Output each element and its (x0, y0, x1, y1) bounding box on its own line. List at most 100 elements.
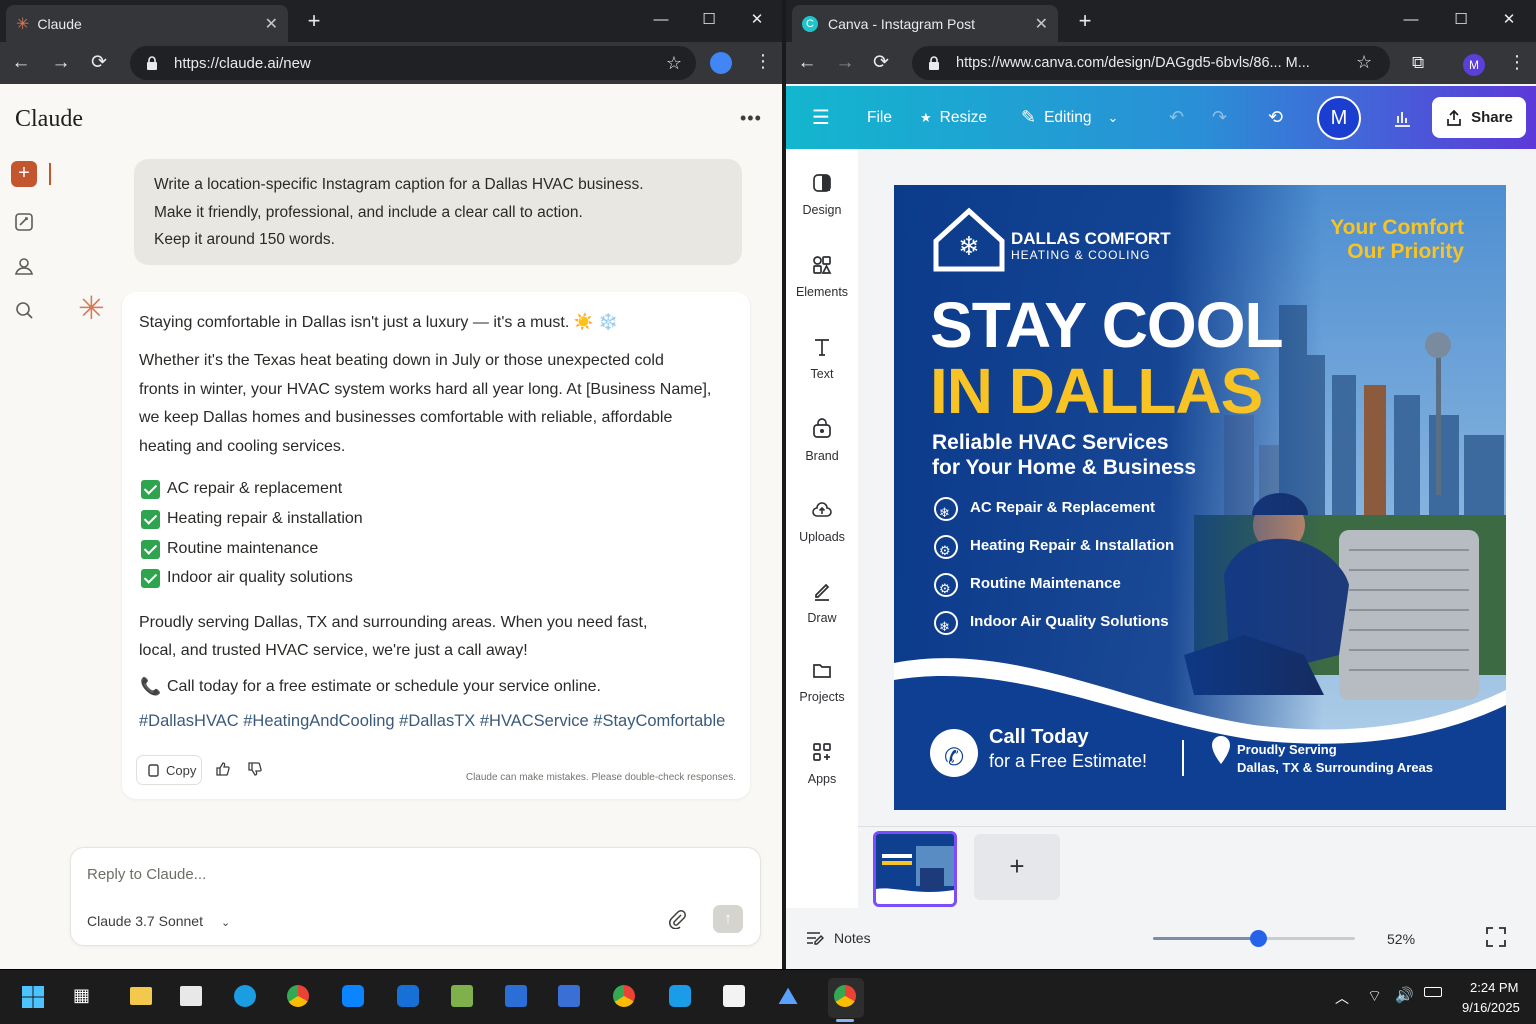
user-avatar[interactable]: M (1317, 96, 1361, 140)
sidebar-item-draw[interactable]: Draw (786, 579, 858, 625)
sidebar-item-text[interactable]: Text (786, 335, 858, 381)
serving-line2[interactable]: Dallas, TX & Surrounding Areas (1237, 760, 1433, 775)
send-button[interactable]: ↑ (713, 905, 743, 933)
notes-button[interactable]: Notes (806, 930, 871, 946)
editing-mode-dropdown[interactable]: ✎ Editing ⌄ (1021, 86, 1118, 149)
hamburger-menu-icon[interactable]: ☰ (812, 86, 830, 149)
thumbs-up-icon[interactable] (215, 761, 231, 777)
chrome-icon[interactable] (834, 985, 856, 1007)
maximize-button[interactable]: ☐ (1448, 10, 1474, 30)
bookmark-star-icon[interactable]: ☆ (1356, 52, 1372, 73)
tab-canva[interactable]: C Canva - Instagram Post ✕ (792, 5, 1058, 42)
reply-input[interactable]: Reply to Claude... Claude 3.7 Sonnet ⌄ ↑ (70, 847, 761, 946)
app-icon[interactable] (723, 985, 745, 1007)
subheading-line2[interactable]: for Your Home & Business (932, 456, 1196, 480)
headline-line2[interactable]: IN DALLAS (930, 359, 1263, 423)
sidebar-item-projects[interactable]: Projects (786, 658, 858, 704)
edge-icon[interactable] (234, 985, 256, 1007)
sidebar-item-apps[interactable]: Apps (786, 740, 858, 786)
new-tab-button[interactable]: + (1073, 10, 1097, 34)
insights-chart-icon[interactable] (1392, 108, 1412, 128)
tagline-line1[interactable]: Your Comfort (1330, 216, 1464, 240)
thumbs-down-icon[interactable] (247, 761, 263, 777)
minimize-button[interactable]: — (1398, 10, 1424, 30)
task-view-icon[interactable]: ▦ (73, 985, 95, 1007)
add-page-button[interactable]: + (974, 834, 1060, 900)
calculator-icon[interactable] (451, 985, 473, 1007)
brand-subtitle[interactable]: HEATING & COOLING (1011, 248, 1150, 262)
volume-icon[interactable]: 🔊 (1395, 986, 1414, 1004)
design-canvas[interactable]: ❄ ✆ ❄ ⚙ ⚙ ❄ DALLAS COMFORT HEATING & COO… (894, 185, 1506, 810)
share-button[interactable]: Share (1432, 97, 1526, 138)
copy-button[interactable]: Copy (136, 755, 202, 785)
new-tab-button[interactable]: + (302, 10, 326, 34)
chrome-icon[interactable] (613, 985, 635, 1007)
zoom-slider-handle[interactable] (1250, 930, 1268, 947)
battery-icon[interactable] (1424, 987, 1442, 997)
sidebar-item-elements[interactable]: Elements (786, 253, 858, 299)
page-thumbnail[interactable] (873, 831, 957, 907)
close-window-button[interactable]: ✕ (744, 10, 770, 30)
close-tab-icon[interactable]: ✕ (1035, 14, 1048, 34)
store-icon[interactable] (180, 986, 202, 1006)
subheading-line1[interactable]: Reliable HVAC Services (932, 431, 1169, 455)
clock-time[interactable]: 2:24 PM (1470, 980, 1518, 995)
app-icon[interactable] (397, 985, 419, 1007)
serving-line1[interactable]: Proudly Serving (1237, 742, 1337, 757)
reload-icon[interactable]: ⟳ (868, 50, 894, 76)
file-menu[interactable]: File (867, 86, 892, 149)
cta-line2[interactable]: for a Free Estimate! (989, 751, 1147, 772)
extensions-icon[interactable]: ⧉ (1412, 53, 1424, 73)
bookmark-star-icon[interactable]: ☆ (666, 53, 682, 74)
back-arrow-icon[interactable]: ← (794, 50, 820, 76)
service-item[interactable]: AC Repair & Replacement (970, 499, 1155, 516)
service-item[interactable]: Heating Repair & Installation (970, 537, 1174, 554)
undo-icon[interactable]: ↶ (1169, 86, 1184, 149)
back-arrow-icon[interactable]: ← (8, 50, 34, 76)
redo-icon[interactable]: ↷ (1212, 86, 1227, 149)
forward-arrow-icon[interactable]: → (832, 50, 858, 76)
app-icon[interactable] (558, 985, 580, 1007)
chevron-up-icon[interactable]: ︿ (1335, 988, 1349, 1008)
wifi-icon[interactable]: ⌔ (1367, 986, 1382, 1006)
cta-line1[interactable]: Call Today (989, 726, 1089, 749)
app-icon[interactable] (505, 985, 527, 1007)
chrome-icon[interactable] (287, 985, 309, 1007)
search-icon[interactable] (12, 298, 36, 322)
app-icon[interactable] (342, 985, 364, 1007)
service-item[interactable]: Routine Maintenance (970, 575, 1121, 592)
start-windows-icon[interactable] (21, 985, 45, 1009)
resize-button[interactable]: ★ Resize (920, 86, 987, 149)
sidebar-item-brand[interactable]: Brand (786, 417, 858, 463)
close-window-button[interactable]: ✕ (1496, 10, 1522, 30)
fullscreen-icon[interactable] (1485, 926, 1507, 948)
browser-menu-icon[interactable]: ⋮ (1508, 52, 1526, 73)
address-bar[interactable]: https://claude.ai/new ☆ (130, 46, 696, 80)
forward-arrow-icon[interactable]: → (48, 50, 74, 76)
file-explorer-icon[interactable] (130, 987, 152, 1005)
profile-avatar-icon[interactable]: M (1463, 54, 1485, 76)
service-item[interactable]: Indoor Air Quality Solutions (970, 613, 1169, 630)
chats-icon[interactable] (12, 210, 36, 234)
sidebar-item-design[interactable]: Design (786, 171, 858, 217)
profile-avatar-icon[interactable] (710, 52, 732, 74)
headline-line1[interactable]: STAY COOL (930, 293, 1284, 357)
app-icon[interactable]: ⛰ (778, 983, 798, 1011)
zoom-level[interactable]: 52% (1387, 931, 1415, 947)
attach-paperclip-icon[interactable] (668, 909, 686, 929)
browser-menu-icon[interactable]: ⋮ (754, 52, 772, 70)
maximize-button[interactable]: ☐ (696, 10, 722, 30)
close-tab-icon[interactable]: ✕ (265, 14, 278, 34)
sync-icon[interactable]: ⟲ (1268, 86, 1283, 149)
minimize-button[interactable]: — (648, 10, 674, 30)
app-icon[interactable] (669, 985, 691, 1007)
new-chat-button[interactable]: + (11, 161, 37, 187)
projects-icon[interactable] (12, 254, 36, 278)
tagline-line2[interactable]: Our Priority (1347, 240, 1464, 264)
reload-icon[interactable]: ⟳ (86, 50, 112, 76)
brand-name[interactable]: DALLAS COMFORT (1011, 229, 1171, 249)
sidebar-item-uploads[interactable]: Uploads (786, 498, 858, 544)
model-selector[interactable]: Claude 3.7 Sonnet ⌄ (87, 913, 230, 929)
more-options-icon[interactable]: ••• (740, 108, 762, 129)
clock-date[interactable]: 9/16/2025 (1462, 1000, 1520, 1015)
